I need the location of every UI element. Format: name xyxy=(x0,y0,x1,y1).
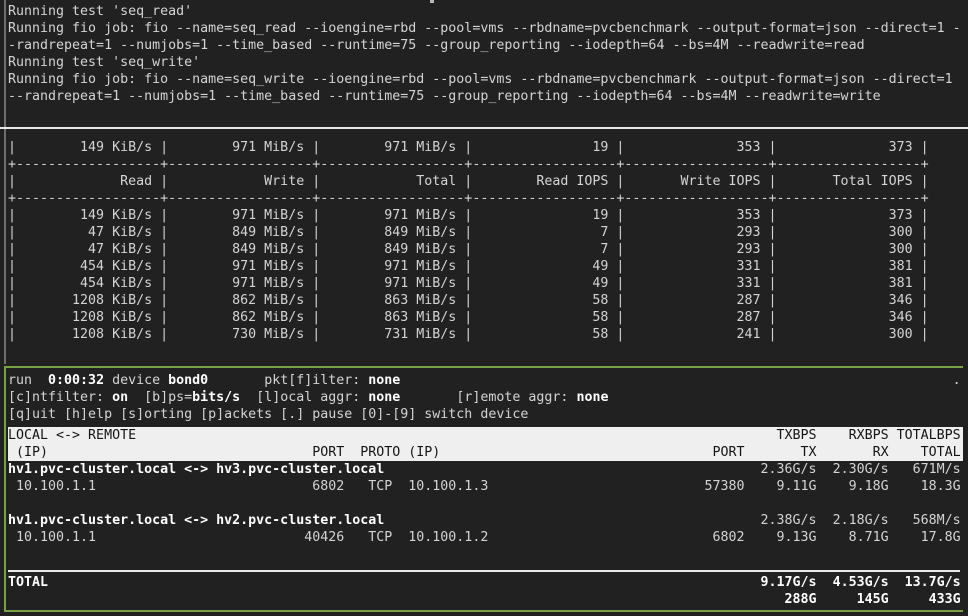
fio-results-table: | 149 KiB/s | 971 MiB/s | 971 MiB/s | 19… xyxy=(8,139,929,343)
terminal-screen: Running test 'seq_read' Running fio job:… xyxy=(0,0,968,616)
netmon-connection-detail-row: 10.100.1.1 6802 TCP 10.100.1.3 57380 9.1… xyxy=(8,478,963,495)
netmon-connection-detail-row: 10.100.1.1 40426 TCP 10.100.1.2 6802 9.1… xyxy=(8,529,963,546)
netmon-header-row-1: LOCAL <-> REMOTE TXBPS RXBPS TOTALBPS xyxy=(8,427,963,444)
netmon-header-row-2: (IP) PORT PROTO (IP) PORT TX RX TOTAL xyxy=(8,444,963,461)
pane-separator-line xyxy=(0,127,968,129)
netmon-options-line: [c]ntfilter: on [b]ps=bits/s [l]ocal agg… xyxy=(8,389,963,406)
netmon-total-cumulative-row: 288G 145G 433G xyxy=(8,591,963,608)
netmon-connection-hosts-row: hv1.pvc-cluster.local <-> hv2.pvc-cluste… xyxy=(8,512,963,529)
netmon-help-line: [q]uit [h]elp [s]orting [p]ackets [.] pa… xyxy=(8,406,963,423)
netmon-content: run 0:00:32 device bond0 pkt[f]ilter: no… xyxy=(8,372,963,608)
netmon-blank-line xyxy=(8,495,963,512)
netmon-connection-hosts-row: hv1.pvc-cluster.local <-> hv3.pvc-cluste… xyxy=(8,461,963,478)
netmon-blank-line xyxy=(8,546,963,563)
netmon-status-line: run 0:00:32 device bond0 pkt[f]ilter: no… xyxy=(8,372,963,389)
fio-log: Running test 'seq_read' Running fio job:… xyxy=(8,3,961,105)
netmon-total-separator xyxy=(8,570,960,572)
network-monitor-pane: run 0:00:32 device bond0 pkt[f]ilter: no… xyxy=(4,366,963,612)
netmon-total-rates-row: TOTAL 9.17G/s 4.53G/s 13.7G/s xyxy=(8,574,963,591)
top-pane-left-border xyxy=(4,0,6,364)
